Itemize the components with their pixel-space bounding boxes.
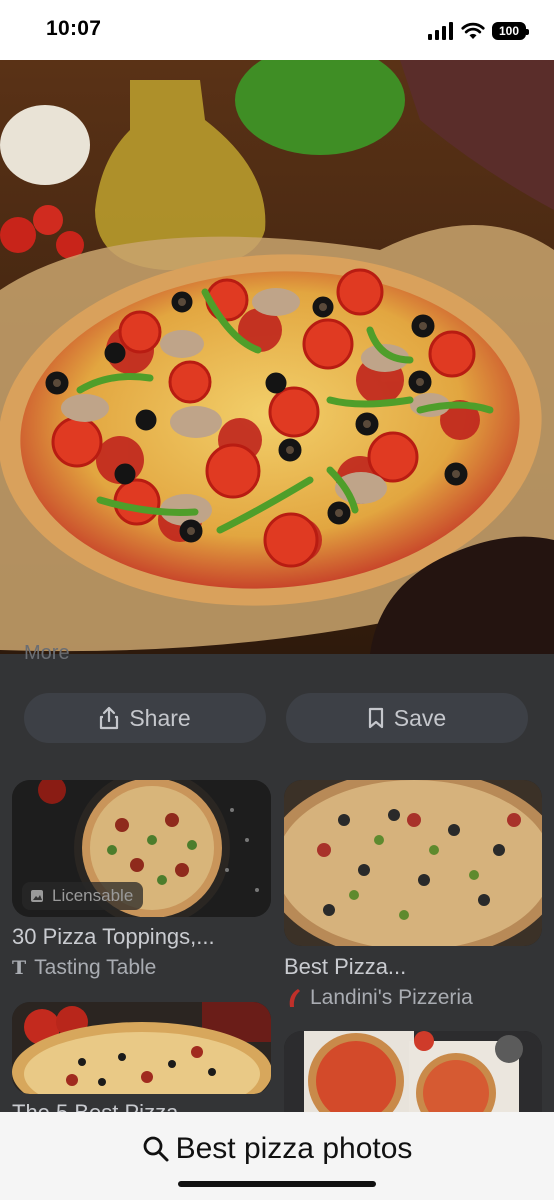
share-icon (100, 706, 119, 730)
status-time: 10:07 (46, 17, 102, 40)
result-thumbnail-4 (284, 1031, 542, 1112)
signal-icon (428, 22, 453, 40)
result-title-2[interactable]: Best Pizza... (284, 954, 406, 980)
result-thumbnail-2 (284, 780, 542, 946)
tasting-table-logo-icon: T (12, 957, 27, 979)
result-thumbnail-3 (12, 1002, 271, 1094)
save-button[interactable]: Save (286, 693, 528, 743)
result-source-1[interactable]: T Tasting Table (12, 956, 156, 980)
share-label: Share (129, 704, 191, 731)
landinis-logo-icon (289, 989, 300, 1007)
result-image-4[interactable] (284, 1031, 542, 1112)
image-icon (31, 890, 43, 902)
licensable-badge: Licensable (22, 882, 144, 910)
more-link[interactable]: More (24, 642, 70, 665)
save-label: Save (393, 704, 447, 731)
licensable-label: Licensable (52, 886, 134, 905)
result-source-2[interactable]: Landini's Pizzeria (284, 986, 473, 1010)
home-indicator[interactable] (178, 1181, 376, 1187)
wifi-icon (461, 22, 485, 39)
pizza-illustration (0, 60, 554, 654)
result-source-label-2: Landini's Pizzeria (310, 986, 473, 1009)
result-title-1[interactable]: 30 Pizza Toppings,... (12, 924, 215, 950)
status-icons: 100 (428, 20, 529, 42)
search-icon (143, 1136, 169, 1162)
search-query[interactable]: Best pizza photos (0, 1132, 554, 1166)
share-button[interactable]: Share (24, 693, 266, 743)
battery-icon: 100 (492, 22, 529, 40)
bookmark-icon (368, 707, 383, 729)
result-image-2[interactable] (284, 780, 542, 946)
result-image-3[interactable] (12, 1002, 271, 1094)
result-source-label-1: Tasting Table (34, 956, 157, 979)
search-query-text: Best pizza photos (175, 1132, 413, 1165)
hero-pizza-image[interactable] (0, 60, 554, 654)
status-bar: 10:07 100 (0, 0, 554, 60)
